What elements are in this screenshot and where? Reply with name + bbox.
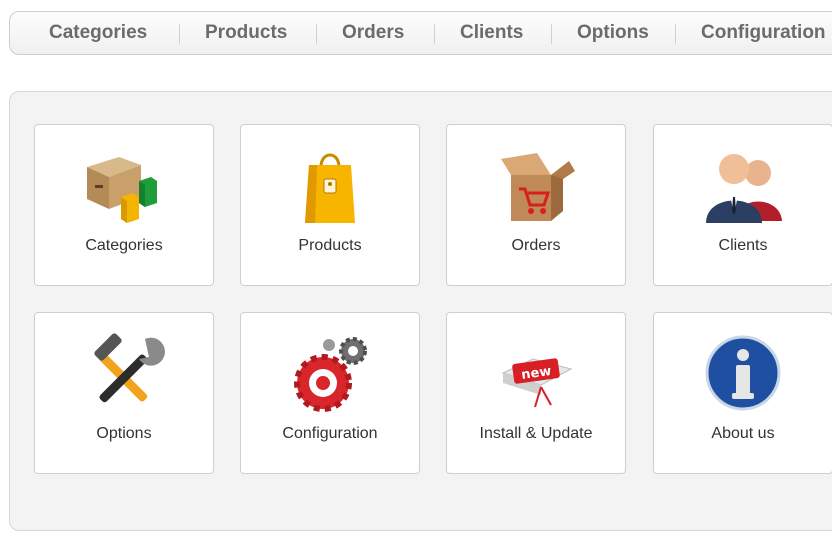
nav-separator	[316, 24, 317, 44]
tile-label: Options	[96, 425, 152, 442]
tile-label: Categories	[85, 237, 163, 254]
dashboard-panel: Categories Products Orders Clients Optio…	[9, 91, 832, 531]
tile-label: Install & Update	[479, 425, 593, 442]
tools-icon	[81, 333, 167, 413]
nav-separator	[551, 24, 552, 44]
tile-categories[interactable]: Categories	[34, 124, 214, 286]
nav-item-categories[interactable]: Categories	[49, 12, 147, 54]
nav-separator	[675, 24, 676, 44]
tile-label: Clients	[718, 237, 768, 254]
users-icon	[700, 145, 786, 225]
nav-separator	[434, 24, 435, 44]
tile-products[interactable]: Products	[240, 124, 420, 286]
shopping-bag-icon	[287, 145, 373, 225]
nav-separator	[179, 24, 180, 44]
info-icon	[700, 333, 786, 413]
nav-item-configuration[interactable]: Configuration	[701, 12, 826, 54]
tile-configuration[interactable]: Configuration	[240, 312, 420, 474]
nav-item-options[interactable]: Options	[577, 12, 649, 54]
boxes-icon	[81, 145, 167, 225]
tile-install-update[interactable]: new Install & Update	[446, 312, 626, 474]
nav-item-clients[interactable]: Clients	[460, 12, 523, 54]
new-package-icon: new	[493, 333, 579, 413]
gears-icon	[287, 333, 373, 413]
tile-label: Orders	[511, 237, 561, 254]
top-navigation-bar: Categories Products Orders Clients Optio…	[9, 11, 832, 55]
tile-label: About us	[711, 425, 775, 442]
tile-orders[interactable]: Orders	[446, 124, 626, 286]
cart-box-icon	[493, 145, 579, 225]
tile-clients[interactable]: Clients	[653, 124, 832, 286]
tile-about-us[interactable]: About us	[653, 312, 832, 474]
tile-options[interactable]: Options	[34, 312, 214, 474]
nav-item-orders[interactable]: Orders	[342, 12, 404, 54]
tile-label: Configuration	[282, 425, 378, 442]
tile-label: Products	[298, 237, 362, 254]
nav-item-products[interactable]: Products	[205, 12, 287, 54]
